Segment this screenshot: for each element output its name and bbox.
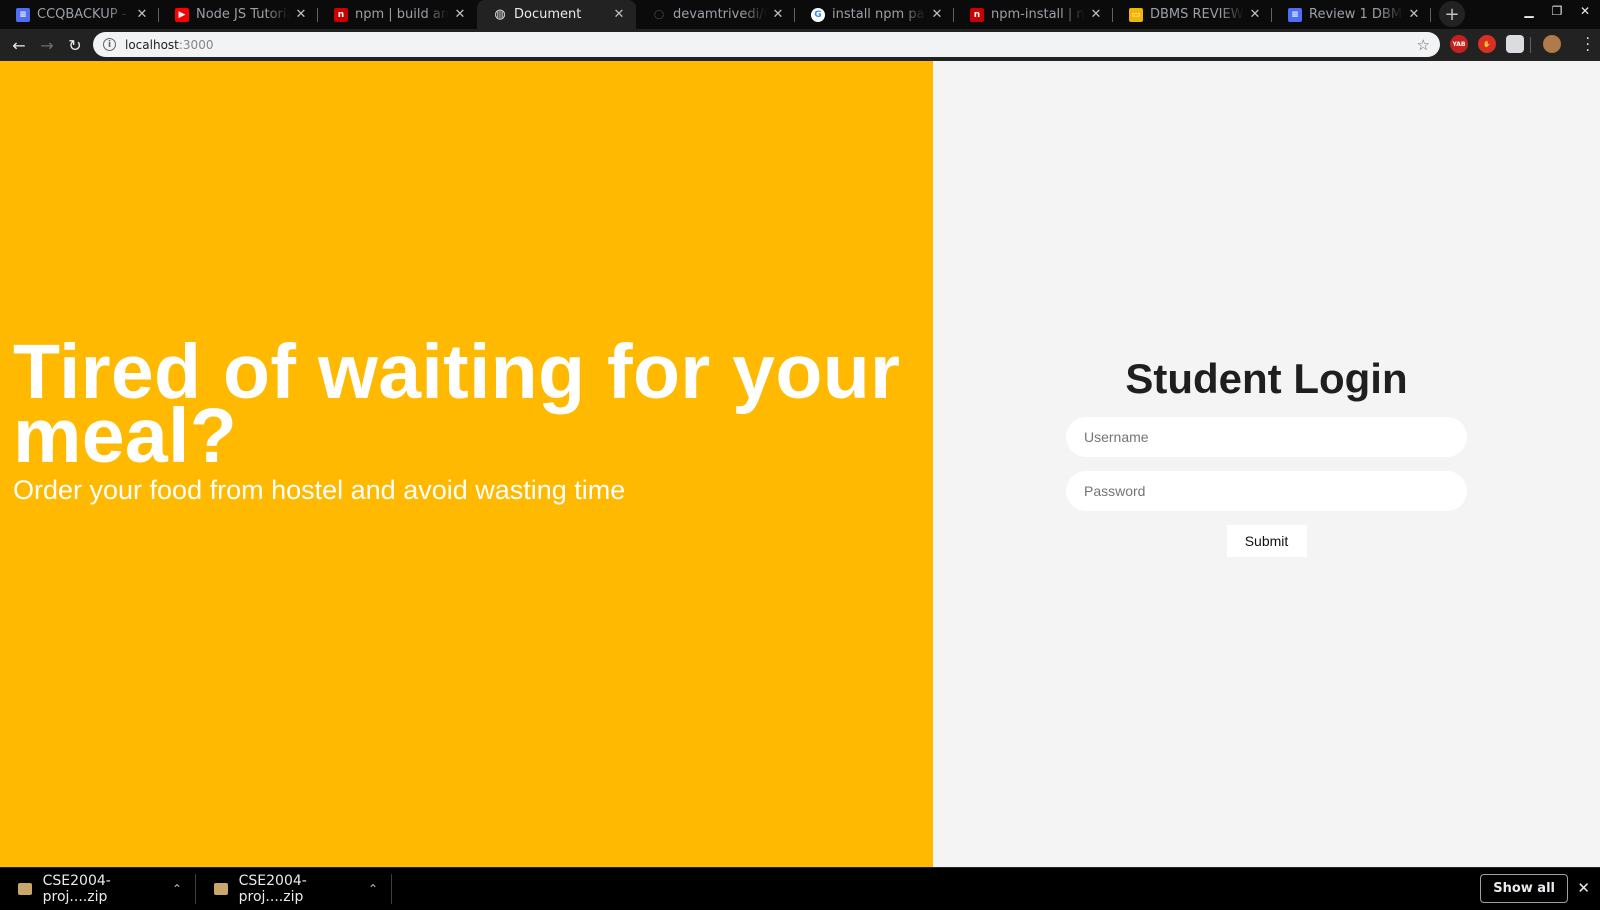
url-port: :3000 — [178, 37, 214, 52]
download-item[interactable]: CSE2004-proj....zip ⌃ — [0, 868, 196, 910]
tab-9[interactable]: ≡ Review 1 DBMS Mini Project ✕ — [1272, 0, 1431, 29]
github-icon: ◯ — [653, 9, 665, 20]
tab-4[interactable]: ◍ Document ✕ — [477, 0, 636, 29]
reload-icon[interactable]: ↻ — [62, 32, 88, 58]
close-tab-icon[interactable]: ✕ — [294, 7, 308, 22]
close-tab-icon[interactable]: ✕ — [930, 7, 944, 22]
docs-icon: ≡ — [1288, 7, 1302, 22]
zip-file-icon — [18, 882, 32, 895]
back-icon[interactable]: ← — [6, 32, 32, 58]
slides-icon: ▭ — [1129, 7, 1143, 22]
chevron-up-icon[interactable]: ⌃ — [172, 882, 182, 896]
tab-5[interactable]: ◯ devamtrivedi/CSE2004 ✕ — [636, 0, 795, 29]
tab-title: npm | build amazing things — [355, 7, 449, 22]
url-host: localhost — [125, 37, 179, 52]
new-tab-button[interactable]: + — [1439, 1, 1465, 27]
zip-file-icon — [214, 882, 228, 895]
browser-toolbar: ← → ↻ i localhost:3000 ☆ YAB ✋ · · · — [0, 29, 1600, 61]
menu-kebab-icon[interactable]: · · · — [1586, 32, 1590, 58]
close-tab-icon[interactable]: ✕ — [135, 7, 149, 22]
tab-title: Review 1 DBMS Mini Project — [1309, 7, 1403, 22]
tab-list: ≡ CCQBACKUP - Google Docs ✕ ▶ Node JS Tutori… — [0, 0, 1431, 29]
hero-panel: Tired of waiting for your meal? Order yo… — [0, 61, 933, 867]
restore-icon[interactable]: ❐ — [1550, 4, 1564, 18]
close-tab-icon[interactable]: ✕ — [1089, 7, 1103, 22]
bookmark-star-icon[interactable]: ☆ — [1417, 36, 1430, 54]
yab-extension-icon[interactable]: YAB — [1450, 35, 1468, 53]
tab-title: CCQBACKUP - Google Docs — [37, 7, 131, 22]
tab-8[interactable]: ▭ DBMS REVIEW 1 Google Slides ✕ — [1113, 0, 1272, 29]
window-controls: ▁ ❐ ✕ — [1522, 4, 1592, 18]
close-tab-icon[interactable]: ✕ — [771, 7, 785, 22]
docs-icon: ≡ — [16, 7, 30, 22]
download-filename: CSE2004-proj....zip — [42, 872, 111, 905]
download-list: CSE2004-proj....zip ⌃ CSE2004-proj....zip ⌃ — [0, 868, 392, 910]
globe-icon: ◍ — [494, 7, 506, 22]
tab-strip: ≡ CCQBACKUP - Google Docs ✕ ▶ Node JS Tutori… — [0, 0, 1600, 29]
tab-title: Node JS Tutorial for Beginners — [196, 7, 290, 22]
tab-2[interactable]: ▶ Node JS Tutorial for Beginners ✕ — [159, 0, 318, 29]
close-tab-icon[interactable]: ✕ — [1248, 7, 1262, 22]
hero-text: Tired of waiting for your meal? Order yo… — [13, 329, 913, 506]
tab-title: DBMS REVIEW 1 Google Slides — [1150, 7, 1244, 22]
tab-title: devamtrivedi/CSE2004 — [673, 7, 767, 22]
address-bar[interactable]: i localhost:3000 ☆ — [93, 32, 1440, 57]
login-panel: Student Login Submit — [933, 61, 1600, 867]
tab-title: install npm package — [832, 7, 926, 22]
page-content: Tired of waiting for your meal? Order yo… — [0, 61, 1600, 867]
close-shelf-icon[interactable]: ✕ — [1577, 879, 1590, 897]
download-item[interactable]: CSE2004-proj....zip ⌃ — [196, 868, 392, 910]
google-icon: G — [811, 7, 825, 22]
tab-3[interactable]: n npm | build amazing things ✕ — [318, 0, 477, 29]
tab-6[interactable]: Ginstall npm package ✕ — [795, 0, 954, 29]
youtube-icon: ▶ — [175, 7, 189, 22]
download-filename: CSE2004-proj....zip — [238, 872, 307, 905]
npm-icon: n — [334, 7, 348, 22]
tab-title: npm-install | npm Docs — [991, 7, 1085, 22]
login-title: Student Login — [1125, 355, 1408, 402]
close-tab-icon[interactable]: ✕ — [453, 7, 467, 22]
close-window-icon[interactable]: ✕ — [1578, 4, 1592, 18]
login-form: Student Login Submit — [1066, 353, 1467, 557]
minimize-icon[interactable]: ▁ — [1522, 4, 1536, 18]
close-tab-icon[interactable]: ✕ — [612, 7, 626, 22]
password-input[interactable] — [1066, 471, 1467, 511]
npm-icon: n — [970, 7, 984, 22]
username-input[interactable] — [1066, 417, 1467, 457]
site-info-icon[interactable]: i — [103, 38, 116, 51]
profile-avatar-icon[interactable] — [1543, 35, 1561, 53]
hero-headline: Tired of waiting for your meal? — [13, 329, 901, 479]
show-all-downloads-button[interactable]: Show all — [1480, 874, 1568, 903]
download-shelf: CSE2004-proj....zip ⌃ CSE2004-proj....zip ⌃… — [0, 867, 1600, 909]
chevron-up-icon[interactable]: ⌃ — [368, 882, 378, 896]
submit-button[interactable]: Submit — [1226, 525, 1307, 557]
adblock-extension-icon[interactable]: ✋ — [1478, 35, 1496, 53]
tab-7[interactable]: n npm-install | npm Docs ✕ — [954, 0, 1113, 29]
forward-icon[interactable]: → — [34, 32, 60, 58]
tab-1[interactable]: ≡ CCQBACKUP - Google Docs ✕ — [0, 0, 159, 29]
toolbar-separator — [1530, 37, 1531, 53]
tab-title: Document — [514, 7, 582, 22]
generic-extension-icon[interactable] — [1506, 35, 1524, 53]
hero-subtitle: Order your food from hostel and avoid wa… — [13, 475, 626, 505]
close-tab-icon[interactable]: ✕ — [1407, 7, 1421, 22]
